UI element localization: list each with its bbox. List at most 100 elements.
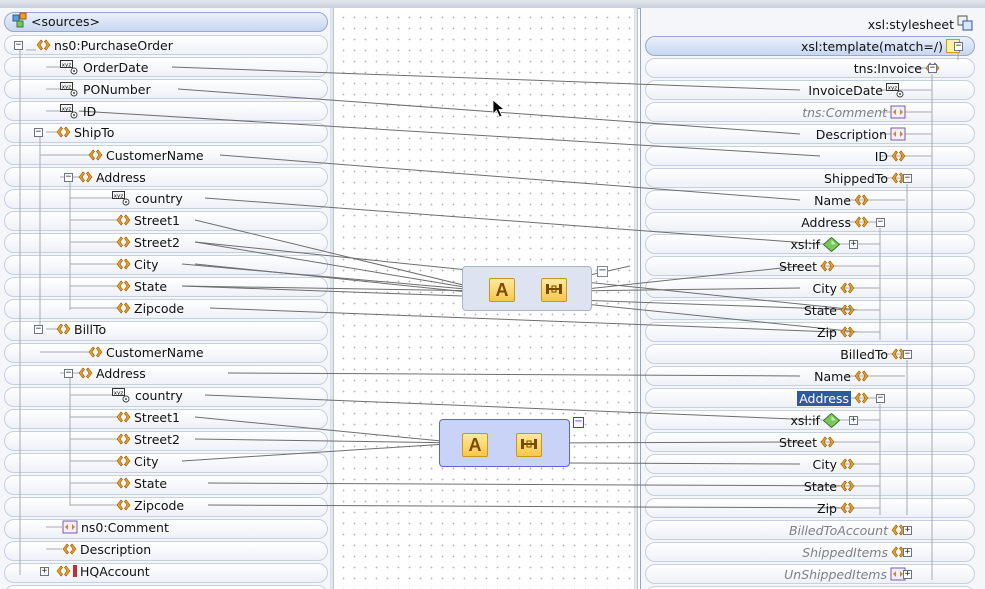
target-billed-to-account[interactable]: BilledToAccount (789, 521, 906, 539)
ship-if-expand-toggle[interactable]: + (849, 240, 858, 249)
target-bill-state[interactable]: State (804, 477, 855, 495)
bill-if-expand-toggle[interactable]: + (849, 416, 858, 425)
sources-root-node[interactable]: <sources> (12, 12, 100, 30)
source-bill-city-label: City (134, 453, 159, 469)
shipping-group-collapse-toggle[interactable]: − (597, 266, 608, 277)
source-id[interactable]: xyz ID (60, 102, 96, 120)
source-ship-zipcode[interactable]: Zipcode (116, 299, 184, 317)
purchase-order-collapse-toggle[interactable]: − (14, 41, 23, 50)
target-row-band (645, 498, 975, 518)
target-row-band (645, 344, 975, 364)
source-bill-to-label: BillTo (74, 321, 107, 337)
string-function-icon[interactable]: A (462, 433, 488, 457)
ship-address-collapse-toggle[interactable]: − (64, 173, 73, 182)
concat-function-icon[interactable] (516, 433, 542, 457)
target-bill-zip[interactable]: Zip (817, 499, 855, 517)
source-ship-country[interactable]: xyz country (112, 189, 183, 207)
shipped-items-expand-toggle[interactable]: + (903, 548, 912, 557)
target-id[interactable]: ID (875, 147, 906, 165)
element-icon (840, 480, 855, 492)
target-bill-street[interactable]: Street (779, 433, 835, 451)
svg-text:xyz: xyz (62, 62, 72, 68)
source-ship-state[interactable]: State (116, 277, 167, 295)
target-row-band (645, 124, 975, 144)
source-bill-country[interactable]: xyz country (112, 386, 183, 404)
source-bill-address[interactable]: Address (78, 364, 146, 382)
functoid-group-billing[interactable]: A − (439, 417, 584, 467)
source-po-number[interactable]: xyz PONumber (60, 80, 151, 98)
billing-group-collapse-toggle[interactable]: − (573, 417, 584, 428)
concat-function-icon[interactable] (541, 278, 567, 302)
element-icon (116, 411, 131, 423)
string-function-icon[interactable]: A (489, 278, 515, 302)
right-splitter[interactable] (634, 8, 638, 589)
target-stylesheet[interactable]: xsl:stylesheet (868, 15, 973, 33)
target-bill-if[interactable]: xsl:if (791, 411, 841, 429)
source-bill-to[interactable]: BillTo (56, 320, 106, 338)
invoice-collapse-toggle[interactable]: − (928, 64, 937, 73)
template-collapse-toggle[interactable]: − (954, 42, 963, 51)
unshipped-items-expand-toggle[interactable]: + (903, 570, 912, 579)
target-description[interactable]: Description (816, 125, 906, 143)
source-ship-city[interactable]: City (116, 255, 159, 273)
target-ship-name[interactable]: Name (814, 191, 869, 209)
billed-to-account-expand-toggle[interactable]: + (903, 526, 912, 535)
target-ship-state[interactable]: State (804, 301, 855, 319)
hq-account-expand-toggle[interactable]: + (40, 567, 49, 576)
string-attribute-icon: xyz (60, 103, 80, 119)
target-shipped-items[interactable]: ShippedItems (802, 543, 906, 561)
functoid-group-shipping[interactable]: A − (462, 266, 608, 311)
source-bill-zipcode-label: Zipcode (134, 497, 185, 513)
string-attribute-icon: xyz (60, 81, 80, 97)
target-bill-name-label: Name (814, 368, 851, 384)
source-ship-street1[interactable]: Street1 (116, 211, 180, 229)
target-bill-city[interactable]: City (813, 455, 856, 473)
target-billed-to[interactable]: BilledTo (840, 345, 906, 363)
target-comment[interactable]: tns:Comment (802, 103, 906, 121)
source-bill-street1[interactable]: Street1 (116, 408, 180, 426)
target-shipped-to[interactable]: ShippedTo (824, 169, 906, 187)
source-row-band (4, 101, 328, 121)
source-ship-street2-label: Street2 (134, 234, 180, 250)
target-unshipped-items[interactable]: UnShippedItems (784, 565, 906, 583)
element-icon (78, 171, 93, 183)
source-comment[interactable]: ns0:Comment (62, 518, 169, 536)
bill-to-collapse-toggle[interactable]: − (34, 325, 43, 334)
target-ship-street[interactable]: Street (779, 257, 835, 275)
target-ship-if[interactable]: xsl:if (791, 235, 841, 253)
source-bill-customer-name[interactable]: CustomerName (88, 343, 204, 361)
source-description[interactable]: Description (62, 540, 151, 558)
ship-to-collapse-toggle[interactable]: − (34, 128, 43, 137)
sources-icon (12, 12, 28, 31)
shipped-to-collapse-toggle[interactable]: − (903, 174, 912, 183)
target-bill-name[interactable]: Name (814, 367, 869, 385)
source-ship-to[interactable]: ShipTo (56, 123, 114, 141)
source-purchase-order[interactable]: ns0:PurchaseOrder (36, 36, 173, 54)
target-template[interactable]: xsl:template(match=/) (801, 37, 960, 55)
condition-diamond-icon (822, 412, 841, 428)
source-bill-state[interactable]: State (116, 474, 167, 492)
ship-address-target-collapse-toggle[interactable]: − (876, 218, 885, 227)
element-icon (854, 194, 869, 206)
element-icon (116, 236, 131, 248)
left-splitter[interactable] (330, 8, 334, 589)
target-unshipped-items-label: UnShippedItems (784, 566, 887, 582)
source-hq-account[interactable]: HQAccount (56, 562, 150, 580)
target-ship-city[interactable]: City (813, 279, 856, 297)
source-order-date[interactable]: xyz OrderDate (60, 58, 148, 76)
source-bill-zipcode[interactable]: Zipcode (116, 496, 184, 514)
source-ship-customer-name[interactable]: CustomerName (88, 146, 204, 164)
source-bill-street2[interactable]: Street2 (116, 430, 180, 448)
source-ship-address[interactable]: Address (78, 168, 146, 186)
source-bill-address-label: Address (96, 365, 146, 381)
target-invoice-date[interactable]: InvoiceDate xyz (808, 81, 906, 99)
target-ship-zip[interactable]: Zip (817, 323, 855, 341)
source-ship-street2[interactable]: Street2 (116, 233, 180, 251)
source-bill-city[interactable]: City (116, 452, 159, 470)
bill-address-target-collapse-toggle[interactable]: − (876, 394, 885, 403)
bill-address-collapse-toggle[interactable]: − (64, 369, 73, 378)
target-ship-address[interactable]: Address (801, 213, 869, 231)
target-bill-address[interactable]: Address (797, 389, 869, 407)
target-ship-city-label: City (812, 280, 838, 296)
billed-to-collapse-toggle[interactable]: − (903, 350, 912, 359)
